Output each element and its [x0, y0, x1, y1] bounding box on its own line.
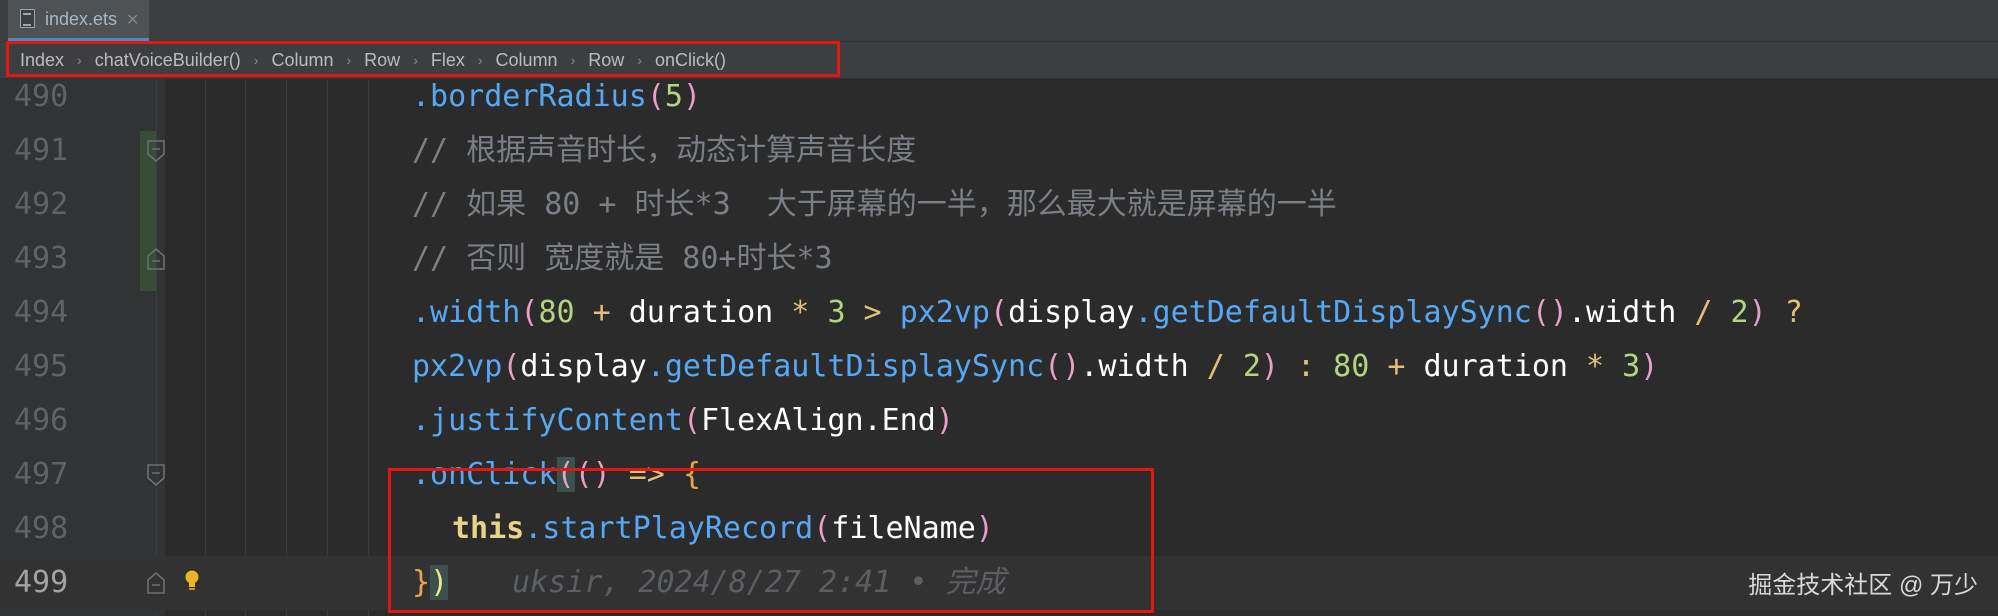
line-number: 490 [14, 79, 69, 114]
fold-collapse-icon[interactable] [147, 140, 165, 162]
line-number: 494 [14, 295, 69, 330]
code-line[interactable]: 495 px2vp(display.getDefaultDisplaySync(… [0, 340, 1998, 394]
line-number: 497 [14, 457, 69, 492]
code-text: .justifyContent(FlexAlign.End) [412, 403, 954, 438]
line-number: 492 [14, 187, 69, 222]
line-number: 491 [14, 133, 69, 168]
line-number: 498 [14, 511, 69, 546]
code-text: .width(80 + duration * 3 > px2vp(display… [412, 295, 1803, 330]
code-line[interactable]: 491 // 根据声音时长，动态计算声音长度 [0, 124, 1998, 178]
line-number: 499 [14, 565, 69, 600]
code-text: .borderRadius(5) [412, 79, 701, 114]
line-number: 496 [14, 403, 69, 438]
code-text: px2vp(display.getDefaultDisplaySync().wi… [412, 349, 1659, 384]
code-line[interactable]: 490 .borderRadius(5) [0, 70, 1998, 124]
comment-text: // 根据声音时长，动态计算声音长度 [412, 133, 917, 168]
fold-expand-icon[interactable] [147, 248, 165, 270]
code-line[interactable]: 496 .justifyContent(FlexAlign.End) [0, 394, 1998, 448]
file-icon [18, 9, 36, 29]
code-line[interactable]: 494 .width(80 + duration * 3 > px2vp(dis… [0, 286, 1998, 340]
comment-text: // 否则 宽度就是 80+时长*3 [412, 241, 833, 276]
comment-text: // 如果 80 + 时长*3 大于屏幕的一半，那么最大就是屏幕的一半 [412, 187, 1337, 222]
code-line[interactable]: 493 // 否则 宽度就是 80+时长*3 [0, 232, 1998, 286]
tab-label: index.ets [45, 8, 118, 29]
fold-expand-icon[interactable] [147, 572, 165, 594]
onclick-highlight-box [388, 468, 1154, 613]
fold-collapse-icon[interactable] [147, 464, 165, 486]
editor-tab-bar: index.ets ✕ [0, 0, 1998, 42]
lightbulb-icon[interactable] [184, 570, 200, 592]
code-line[interactable]: 492 // 如果 80 + 时长*3 大于屏幕的一半，那么最大就是屏幕的一半 [0, 178, 1998, 232]
close-tab-icon[interactable]: ✕ [126, 10, 139, 29]
line-number: 495 [14, 349, 69, 384]
watermark: 掘金技术社区 @ 万少 [1748, 572, 1978, 599]
line-number: 493 [14, 241, 69, 276]
tab-index-ets[interactable]: index.ets ✕ [8, 0, 150, 41]
